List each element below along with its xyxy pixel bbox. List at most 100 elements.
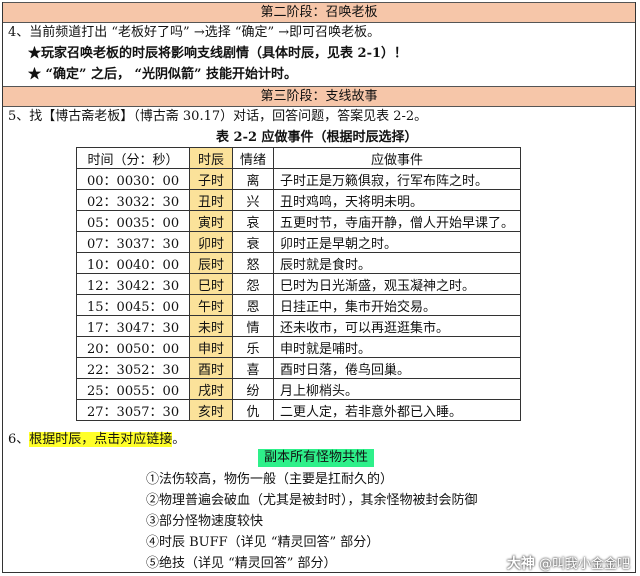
time-end: 50：00 (133, 341, 180, 357)
mood-cell: 情 (232, 315, 274, 337)
shichen-cell: 寅时 (189, 210, 233, 232)
table-header-row: 时间（分：秒） 时辰 情绪 应做事件 (76, 147, 522, 169)
stage2-note-2: ★ “确定” 之后， “光阴似箭” 技能开始计时。 (28, 67, 298, 82)
mood-cell: 离 (232, 168, 274, 190)
mood-cell: 兴 (232, 189, 274, 211)
trait-item-2: ②物理普遍会破血（尤其是被封时），其余怪物被封会防御 (146, 493, 478, 508)
header-time: 时间（分：秒） (76, 147, 190, 169)
time-range-cell: 27：3057：30 (76, 399, 190, 421)
time-end: 45：00 (133, 299, 180, 315)
time-start: 10：00 (87, 257, 134, 273)
time-start: 27：30 (87, 404, 134, 420)
time-start: 25：00 (87, 383, 134, 399)
mood-cell: 怒 (232, 252, 274, 274)
shichen-cell: 卯时 (189, 231, 233, 253)
table-row: 02：3032：30 丑时兴丑时鸡鸣，天将明未明。 (76, 189, 522, 211)
time-end: 32：30 (133, 194, 180, 210)
time-range-cell: 10：0040：00 (76, 252, 190, 274)
mood-cell: 衰 (232, 231, 274, 253)
step6-line: 6、根据时辰，点击对应链接。 (8, 431, 185, 448)
time-range-cell: 20：0050：00 (76, 336, 190, 358)
response-events-table: 时间（分：秒） 时辰 情绪 应做事件 00：0030：00 子时离子时正是万籁俱寂… (76, 147, 522, 421)
event-cell: 月上柳梢头。 (272, 378, 522, 400)
shichen-cell: 辰时 (189, 252, 233, 274)
mood-cell: 恩 (232, 294, 274, 316)
time-range-cell: 15：0045：00 (76, 294, 190, 316)
time-range-cell: 12：3042：30 (76, 273, 190, 295)
watermark-brand: 大神 (506, 556, 535, 572)
time-start: 15：00 (87, 299, 134, 315)
event-cell: 还未收市，可以再逛逛集市。 (272, 315, 522, 337)
time-start: 00：00 (87, 173, 134, 189)
step4-text: 4、当前频道打出 “老板好了吗” →选择 “确定” →即可召唤老板。 (8, 25, 381, 40)
time-start: 05：00 (87, 215, 134, 231)
time-end: 57：30 (133, 404, 180, 420)
table-row: 10：0040：00 辰时怒辰时就是食时。 (76, 252, 522, 274)
event-cell: 巳时为日光渐盛，观玉凝神之时。 (272, 273, 522, 295)
shichen-cell: 巳时 (189, 273, 233, 295)
shichen-cell: 未时 (189, 315, 233, 337)
time-end: 37：30 (133, 236, 180, 252)
time-start: 02：30 (87, 194, 134, 210)
time-range-cell: 05：0035：00 (76, 210, 190, 232)
trait-item-1: ①法伤较高，物伤一般（主要是扛耐久的） (146, 472, 394, 487)
event-cell: 日挂正中，集市开始交易。 (272, 294, 522, 316)
mood-cell: 怨 (232, 273, 274, 295)
stage2-note-1: ★玩家召唤老板的时辰将影响支线剧情（具体时辰，见表 2-1）！ (28, 46, 408, 61)
table-row: 15：0045：00 午时恩日挂正中，集市开始交易。 (76, 294, 522, 316)
trait-item-3: ③部分怪物速度较快 (146, 514, 264, 529)
time-range-cell: 07：3037：30 (76, 231, 190, 253)
event-cell: 二更人定，若非意外都已入睡。 (272, 399, 522, 421)
step6-suffix: 。 (172, 432, 186, 447)
shichen-cell: 亥时 (189, 399, 233, 421)
table-row: 12：3042：30 巳时怨巳时为日光渐盛，观玉凝神之时。 (76, 273, 522, 295)
event-cell: 辰时就是食时。 (272, 252, 522, 274)
shichen-link[interactable]: 根据时辰，点击对应链接 (29, 432, 173, 447)
trait-item-4: ④时辰 BUFF（详见 “精灵回答” 部分） (146, 535, 380, 550)
time-end: 40：00 (133, 257, 180, 273)
time-end: 42：30 (133, 278, 180, 294)
event-cell: 丑时鸡鸣，天将明未明。 (272, 189, 522, 211)
shichen-cell: 酉时 (189, 357, 233, 379)
shichen-cell: 戌时 (189, 378, 233, 400)
time-end: 47：30 (133, 320, 180, 336)
table-row: 07：3037：30 卯时衰卯时正是早朝之时。 (76, 231, 522, 253)
time-start: 17：30 (87, 320, 134, 336)
event-cell: 酉时日落，倦鸟回巢。 (272, 357, 522, 379)
watermark-handle: @叫我小金金吧 (538, 557, 630, 572)
shichen-cell: 子时 (189, 168, 233, 190)
step5-text: 5、找【博古斋老板】（博古斋 30.17）对话，回答问题，答案见表 2-2。 (8, 109, 428, 124)
time-end: 52：30 (133, 362, 180, 378)
step6-prefix: 6、 (8, 432, 30, 447)
mood-cell: 哀 (232, 210, 274, 232)
event-cell: 子时正是万籁俱寂，行军布阵之时。 (272, 168, 522, 190)
time-range-cell: 25：0055：00 (76, 378, 190, 400)
time-range-cell: 02：3032：30 (76, 189, 190, 211)
monster-traits-title: 副本所有怪物共性 (258, 449, 375, 467)
shichen-cell: 午时 (189, 294, 233, 316)
time-end: 55：00 (133, 383, 180, 399)
shichen-cell: 丑时 (189, 189, 233, 211)
event-cell: 五更时节，寺庙开静，僧人开始早课了。 (272, 210, 522, 232)
mood-cell: 仇 (232, 399, 274, 421)
time-start: 07：30 (87, 236, 134, 252)
time-start: 12：30 (87, 278, 134, 294)
time-range-cell: 00：0030：00 (76, 168, 190, 190)
stage2-header: 第二阶段：召唤老板 (3, 2, 635, 23)
mood-cell: 纷 (232, 378, 274, 400)
time-end: 30：00 (133, 173, 180, 189)
time-start: 20：00 (87, 341, 134, 357)
time-start: 22：30 (87, 362, 134, 378)
table-row: 00：0030：00 子时离子时正是万籁俱寂，行军布阵之时。 (76, 168, 522, 190)
watermark: 大神 @叫我小金金吧 (507, 553, 630, 573)
mood-cell: 喜 (232, 357, 274, 379)
header-event: 应做事件 (272, 147, 522, 169)
header-mood: 情绪 (232, 147, 274, 169)
table-row: 17：3047：30 未时情还未收市，可以再逛逛集市。 (76, 315, 522, 337)
event-cell: 卯时正是早朝之时。 (272, 231, 522, 253)
trait-item-5: ⑤绝技（详见 “精灵回答” 部分） (146, 556, 337, 571)
time-range-cell: 17：3047：30 (76, 315, 190, 337)
table-row: 05：0035：00 寅时哀五更时节，寺庙开静，僧人开始早课了。 (76, 210, 522, 232)
mood-cell: 乐 (232, 336, 274, 358)
table-caption: 表 2-2 应做事件（根据时辰选择） (216, 130, 418, 145)
